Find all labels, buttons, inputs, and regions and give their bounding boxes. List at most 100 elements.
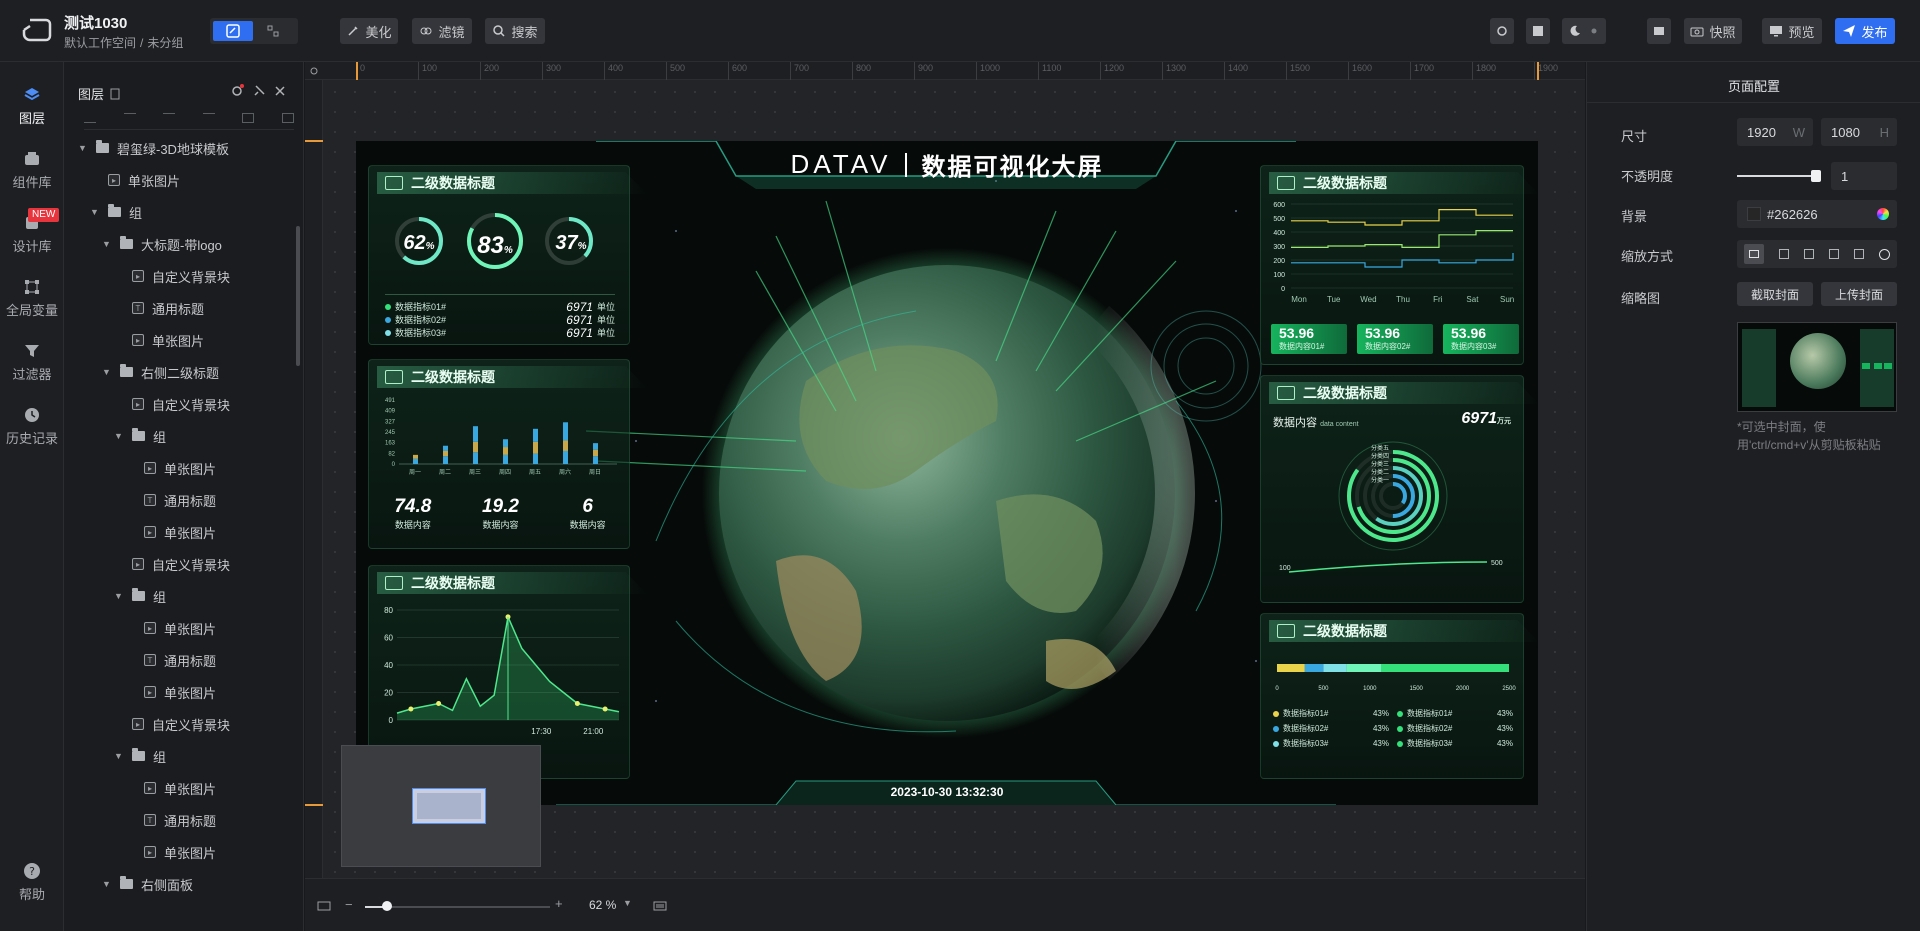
layer-row[interactable]: ▸ 自定义背景块 <box>64 388 300 420</box>
panel-toggle-button[interactable] <box>1526 18 1550 44</box>
project-title[interactable]: 测试1030 <box>64 12 127 33</box>
nav-help[interactable]: ? 帮助 <box>0 862 64 903</box>
layer-row[interactable]: ▸ 单张图片 <box>64 452 300 484</box>
scale-stretch-icon[interactable] <box>1828 249 1839 259</box>
layout-mode-button[interactable] <box>253 21 293 41</box>
ruler-guide-bottom[interactable] <box>305 804 323 806</box>
expand-caret-icon[interactable]: ▼ <box>90 207 100 217</box>
nav-components[interactable]: 组件库 <box>0 150 64 191</box>
line-axis-label: 80 <box>384 606 393 615</box>
ruler-corner-icon[interactable] <box>308 65 320 77</box>
fit-screen-icon[interactable] <box>317 901 331 911</box>
group-name[interactable]: 未分组 <box>147 34 183 51</box>
ungroup-icon[interactable] <box>281 112 294 123</box>
layer-row[interactable]: ▼ 大标题-带logo <box>64 228 300 260</box>
snapshot-button[interactable]: 快照 <box>1684 18 1742 44</box>
height-input[interactable]: 1080 H <box>1821 118 1897 146</box>
scale-fit-width-icon[interactable] <box>1744 244 1765 264</box>
opacity-slider-thumb[interactable] <box>1811 170 1821 182</box>
layer-row[interactable]: ▼ 右侧面板 <box>64 868 300 900</box>
zoom-in-button[interactable]: + <box>555 896 563 911</box>
layer-row[interactable]: T 通用标题 <box>64 484 300 516</box>
expand-caret-icon[interactable]: ▼ <box>102 367 112 377</box>
upload-cover-button[interactable]: 上传封面 <box>1821 282 1897 306</box>
theme-toggle[interactable] <box>1562 18 1606 44</box>
layer-row[interactable]: T 通用标题 <box>64 804 300 836</box>
align-top-icon[interactable] <box>123 112 136 123</box>
layer-row[interactable]: ▼ 组 <box>64 420 300 452</box>
align-center-icon[interactable] <box>163 112 176 123</box>
close-icon[interactable] <box>274 85 286 97</box>
minimap[interactable] <box>341 745 541 867</box>
layers-header: 图层 <box>78 84 120 103</box>
preview-button[interactable]: 预览 <box>1762 18 1822 44</box>
layer-row[interactable]: ▸ 自定义背景块 <box>64 260 300 292</box>
scale-center-icon[interactable] <box>1853 249 1864 259</box>
layer-row[interactable]: ▼ 组 <box>64 196 300 228</box>
nav-filter[interactable]: 过滤器 <box>0 342 64 383</box>
zoom-value[interactable]: 62 % <box>589 898 616 912</box>
layer-row[interactable]: T 通用标题 <box>64 292 300 324</box>
layer-row[interactable]: ▼ 组 <box>64 740 300 772</box>
expand-caret-icon[interactable]: ▼ <box>102 879 112 889</box>
nav-layers[interactable]: 图层 <box>0 86 64 127</box>
opacity-slider[interactable] <box>1737 175 1815 177</box>
nav-design-library[interactable]: 设计库 NEW <box>0 208 64 255</box>
capture-cover-button[interactable]: 截取封面 <box>1737 282 1813 306</box>
align-bottom-icon[interactable] <box>84 113 96 123</box>
layer-row[interactable]: ▸ 单张图片 <box>64 324 300 356</box>
zoom-out-button[interactable]: − <box>345 897 353 912</box>
expand-caret-icon[interactable]: ▼ <box>78 143 88 153</box>
background-color-input[interactable]: #262626 <box>1737 200 1897 228</box>
nav-global-variables[interactable]: 全局变量 <box>0 278 64 319</box>
brush-icon <box>348 26 359 36</box>
layer-row[interactable]: ▸ 单张图片 <box>64 836 300 868</box>
layer-row[interactable]: ▸ 单张图片 <box>64 516 300 548</box>
scale-none-icon[interactable] <box>1878 248 1890 260</box>
layer-row[interactable]: ▼ 碧玺绿-3D地球模板 <box>64 132 300 164</box>
search-button[interactable]: 搜索 <box>485 18 545 44</box>
align-text-icon[interactable] <box>202 112 215 123</box>
cover-thumbnail[interactable] <box>1737 322 1897 412</box>
zoom-dropdown-icon[interactable]: ▼ <box>623 898 632 908</box>
layers-scrollbar[interactable] <box>296 226 300 366</box>
layer-row[interactable]: ▸ 单张图片 <box>64 676 300 708</box>
scale-fit-all-icon[interactable] <box>1804 249 1815 259</box>
nav-history[interactable]: 历史记录 <box>0 406 64 447</box>
ruler-guide-right[interactable] <box>1537 62 1539 80</box>
dashboard-screen[interactable]: DATAV 数据可视化大屏 2023-10-30 13:32:30 二级数据标题… <box>356 141 1538 805</box>
ruler-guide-left[interactable] <box>356 62 358 80</box>
layer-row[interactable]: ▸ 单张图片 <box>64 772 300 804</box>
edit-mode-button[interactable] <box>213 21 253 41</box>
pin-icon[interactable] <box>252 84 266 98</box>
keyboard-icon[interactable] <box>653 901 667 911</box>
zoom-slider-track[interactable] <box>365 906 550 908</box>
filter-button[interactable]: 滤镜 <box>412 18 472 44</box>
ruler-guide-top[interactable] <box>305 140 323 142</box>
refresh-button[interactable] <box>1490 18 1514 44</box>
color-picker-icon[interactable] <box>1877 208 1889 220</box>
zoom-slider-thumb[interactable] <box>382 901 393 911</box>
layer-row[interactable]: ▼ 右侧二级标题 <box>64 356 300 388</box>
layer-row[interactable]: ▸ 单张图片 <box>64 164 300 196</box>
layer-row[interactable]: ▸ 自定义背景块 <box>64 708 300 740</box>
beautify-button[interactable]: 美化 <box>340 18 398 44</box>
stat-label: 数据内容 <box>569 520 606 530</box>
layer-row[interactable]: ▸ 单张图片 <box>64 612 300 644</box>
layer-row[interactable]: ▼ 组 <box>64 580 300 612</box>
scale-fit-height-icon[interactable] <box>1779 249 1790 259</box>
workspace-name[interactable]: 默认工作空间 <box>64 34 136 51</box>
minimap-viewport[interactable] <box>412 788 486 824</box>
expand-caret-icon[interactable]: ▼ <box>114 591 124 601</box>
opacity-input[interactable]: 1 <box>1831 162 1897 190</box>
expand-caret-icon[interactable]: ▼ <box>114 431 124 441</box>
layer-row[interactable]: ▸ 自定义背景块 <box>64 548 300 580</box>
group-icon[interactable] <box>242 112 255 123</box>
sync-icon[interactable] <box>230 84 244 98</box>
expand-caret-icon[interactable]: ▼ <box>114 751 124 761</box>
layer-row[interactable]: T 通用标题 <box>64 644 300 676</box>
note-button[interactable] <box>1647 18 1671 44</box>
publish-button[interactable]: 发布 <box>1835 18 1895 44</box>
width-input[interactable]: 1920 W <box>1737 118 1813 146</box>
expand-caret-icon[interactable]: ▼ <box>102 239 112 249</box>
